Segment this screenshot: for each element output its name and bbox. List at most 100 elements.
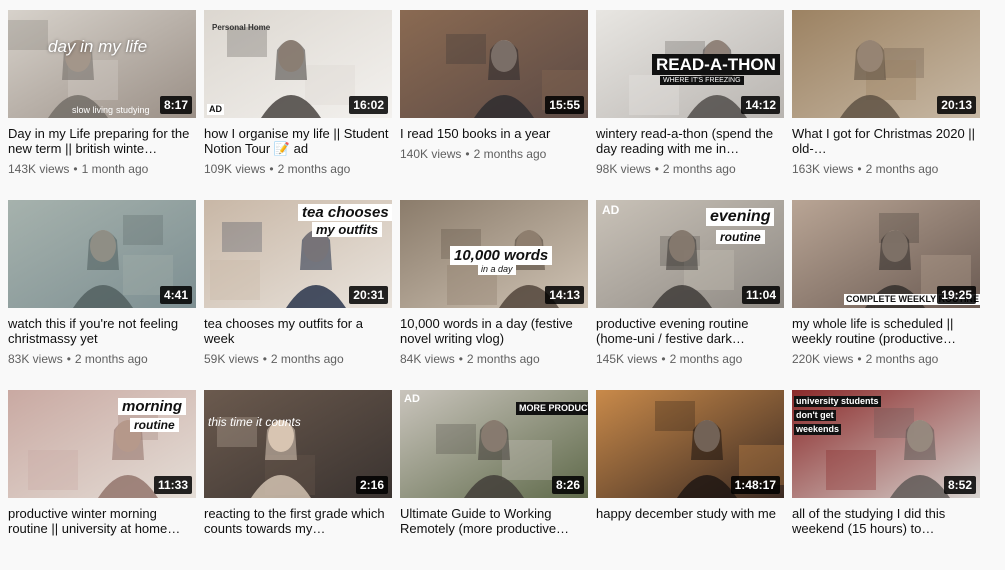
video-title[interactable]: What I got for Christmas 2020 || old-… <box>792 126 980 156</box>
thumbnail-overlay-text: MORE PRODUCTIVE? <box>516 402 588 415</box>
video-thumbnail[interactable]: Personal Home AD 16:02 <box>204 10 392 118</box>
video-thumbnail[interactable]: day in my life slow living studying 8:17 <box>8 10 196 118</box>
video-title[interactable]: wintery read-a-thon (spend the day readi… <box>596 126 784 156</box>
duration-badge: 14:12 <box>741 96 780 114</box>
video-card[interactable]: tea chooses my outfits 20:31 tea chooses my… <box>204 200 392 380</box>
upload-age: 2 months ago <box>473 147 547 161</box>
thumbnail-overlay-text: Personal Home <box>212 23 271 32</box>
thumbnail-overlay-text: university students <box>794 396 881 407</box>
upload-age: 2 months ago <box>466 352 540 366</box>
video-card[interactable]: AD MORE PRODUCTIVE? 8:26 Ultimate Guide to … <box>400 390 588 570</box>
video-title[interactable]: watch this if you're not feeling christm… <box>8 316 196 346</box>
video-card[interactable]: READ-A-THON WHERE IT'S FREEZING 14:12 winte… <box>596 10 784 190</box>
view-count: 145K views <box>596 352 658 366</box>
thumbnail-overlay-text: my outfits <box>312 222 383 237</box>
video-metadata: 143K views • 1 month ago <box>8 162 196 176</box>
video-metadata: 59K views • 2 months ago <box>204 352 392 366</box>
upload-age: 2 months ago <box>74 352 148 366</box>
video-card[interactable]: 1:48:17 happy december study with me <box>596 390 784 570</box>
thumbnail-overlay-text: studying <box>116 105 150 115</box>
view-count: 84K views <box>400 352 455 366</box>
thumbnail-overlay-text: AD <box>207 104 224 115</box>
separator-dot: • <box>66 352 71 366</box>
video-card[interactable]: 15:55 I read 150 books in a year 140K view… <box>400 10 588 190</box>
video-thumbnail[interactable]: 15:55 <box>400 10 588 118</box>
upload-age: 2 months ago <box>277 162 351 176</box>
video-metadata: 83K views • 2 months ago <box>8 352 196 366</box>
duration-badge: 11:04 <box>741 286 780 304</box>
video-thumbnail[interactable]: READ-A-THON WHERE IT'S FREEZING 14:12 <box>596 10 784 118</box>
video-thumbnail[interactable]: 1:48:17 <box>596 390 784 498</box>
duration-badge: 1:48:17 <box>730 476 780 494</box>
video-title[interactable]: productive winter morning routine || uni… <box>8 506 196 536</box>
thumbnail-overlay-text: weekends <box>794 424 842 435</box>
video-card[interactable]: morning routine 11:33 productive winter mor… <box>8 390 196 570</box>
video-title[interactable]: productive evening routine (home-uni / f… <box>596 316 784 346</box>
video-thumbnail[interactable]: 20:13 <box>792 10 980 118</box>
view-count: 143K views <box>8 162 70 176</box>
separator-dot: • <box>73 162 78 176</box>
video-title[interactable]: happy december study with me <box>596 506 784 521</box>
video-title[interactable]: I read 150 books in a year <box>400 126 588 141</box>
upload-age: 2 months ago <box>662 162 736 176</box>
duration-badge: 8:52 <box>943 476 976 494</box>
view-count: 59K views <box>204 352 259 366</box>
video-title[interactable]: Ultimate Guide to Working Remotely (more… <box>400 506 588 536</box>
duration-badge: 2:16 <box>355 476 388 494</box>
upload-age: 2 months ago <box>865 162 939 176</box>
thumbnail-overlay-text: day in my life <box>48 37 148 56</box>
view-count: 83K views <box>8 352 63 366</box>
video-card[interactable]: AD evening routine 11:04 productive evening … <box>596 200 784 380</box>
video-thumbnail[interactable]: AD MORE PRODUCTIVE? 8:26 <box>400 390 588 498</box>
video-title[interactable]: Day in my Life preparing for the new ter… <box>8 126 196 156</box>
separator-dot: • <box>857 162 862 176</box>
video-thumbnail[interactable]: 4:41 <box>8 200 196 308</box>
video-title[interactable]: all of the studying I did this weekend (… <box>792 506 980 536</box>
thumbnail-overlay-text: slow living <box>72 105 114 115</box>
video-thumbnail[interactable]: AD evening routine 11:04 <box>596 200 784 308</box>
duration-badge: 15:55 <box>545 96 584 114</box>
video-card[interactable]: day in my life slow living studying 8:17 Day… <box>8 10 196 190</box>
duration-badge: 11:33 <box>153 476 192 494</box>
thumbnail-overlay-text: 10,000 words <box>450 246 553 265</box>
video-title[interactable]: my whole life is scheduled || weekly rou… <box>792 316 980 346</box>
view-count: 140K views <box>400 147 462 161</box>
video-card[interactable]: COMPLETE WEEKLY ROUTINE 19:25 my whole lif… <box>792 200 980 380</box>
thumbnail-overlay-text: in a day <box>478 264 516 275</box>
video-card[interactable]: 20:13 What I got for Christmas 2020 || ol… <box>792 10 980 190</box>
video-thumbnail[interactable]: tea chooses my outfits 20:31 <box>204 200 392 308</box>
thumbnail-overlay-text: READ-A-THON <box>652 54 780 75</box>
video-thumbnail[interactable]: this time it counts 2:16 <box>204 390 392 498</box>
video-card[interactable]: 10,000 words in a day 14:13 10,000 words in… <box>400 200 588 380</box>
video-title[interactable]: reacting to the first grade which counts… <box>204 506 392 536</box>
video-title[interactable]: 10,000 words in a day (festive novel wri… <box>400 316 588 346</box>
duration-badge: 8:17 <box>159 96 192 114</box>
video-thumbnail[interactable]: morning routine 11:33 <box>8 390 196 498</box>
video-card[interactable]: university students don't get weekends 8:52… <box>792 390 980 570</box>
thumbnail-overlay-text: don't get <box>794 410 836 421</box>
video-metadata: 163K views • 2 months ago <box>792 162 980 176</box>
view-count: 98K views <box>596 162 651 176</box>
thumbnail-overlay-text: routine <box>716 230 765 244</box>
upload-age: 2 months ago <box>865 352 939 366</box>
video-metadata: 140K views • 2 months ago <box>400 147 588 161</box>
thumbnail-overlay-text: routine <box>130 418 179 432</box>
video-card[interactable]: this time it counts 2:16 reacting to the f… <box>204 390 392 570</box>
video-thumbnail[interactable]: COMPLETE WEEKLY ROUTINE 19:25 <box>792 200 980 308</box>
thumbnail-overlay-text: tea chooses <box>298 204 392 221</box>
view-count: 220K views <box>792 352 854 366</box>
upload-age: 1 month ago <box>81 162 149 176</box>
video-card[interactable]: Personal Home AD 16:02 how I organise my li… <box>204 10 392 190</box>
duration-badge: 20:31 <box>349 286 388 304</box>
upload-age: 2 months ago <box>270 352 344 366</box>
video-metadata: 145K views • 2 months ago <box>596 352 784 366</box>
video-thumbnail[interactable]: 10,000 words in a day 14:13 <box>400 200 588 308</box>
separator-dot: • <box>269 162 274 176</box>
video-title[interactable]: tea chooses my outfits for a week <box>204 316 392 346</box>
thumbnail-overlay-text: this time it counts <box>208 415 301 429</box>
video-thumbnail[interactable]: university students don't get weekends 8:52 <box>792 390 980 498</box>
video-title[interactable]: how I organise my life || Student Notion… <box>204 126 392 156</box>
thumbnail-overlay-text: evening <box>706 208 775 226</box>
video-metadata: 220K views • 2 months ago <box>792 352 980 366</box>
video-card[interactable]: 4:41 watch this if you're not feeling chr… <box>8 200 196 380</box>
